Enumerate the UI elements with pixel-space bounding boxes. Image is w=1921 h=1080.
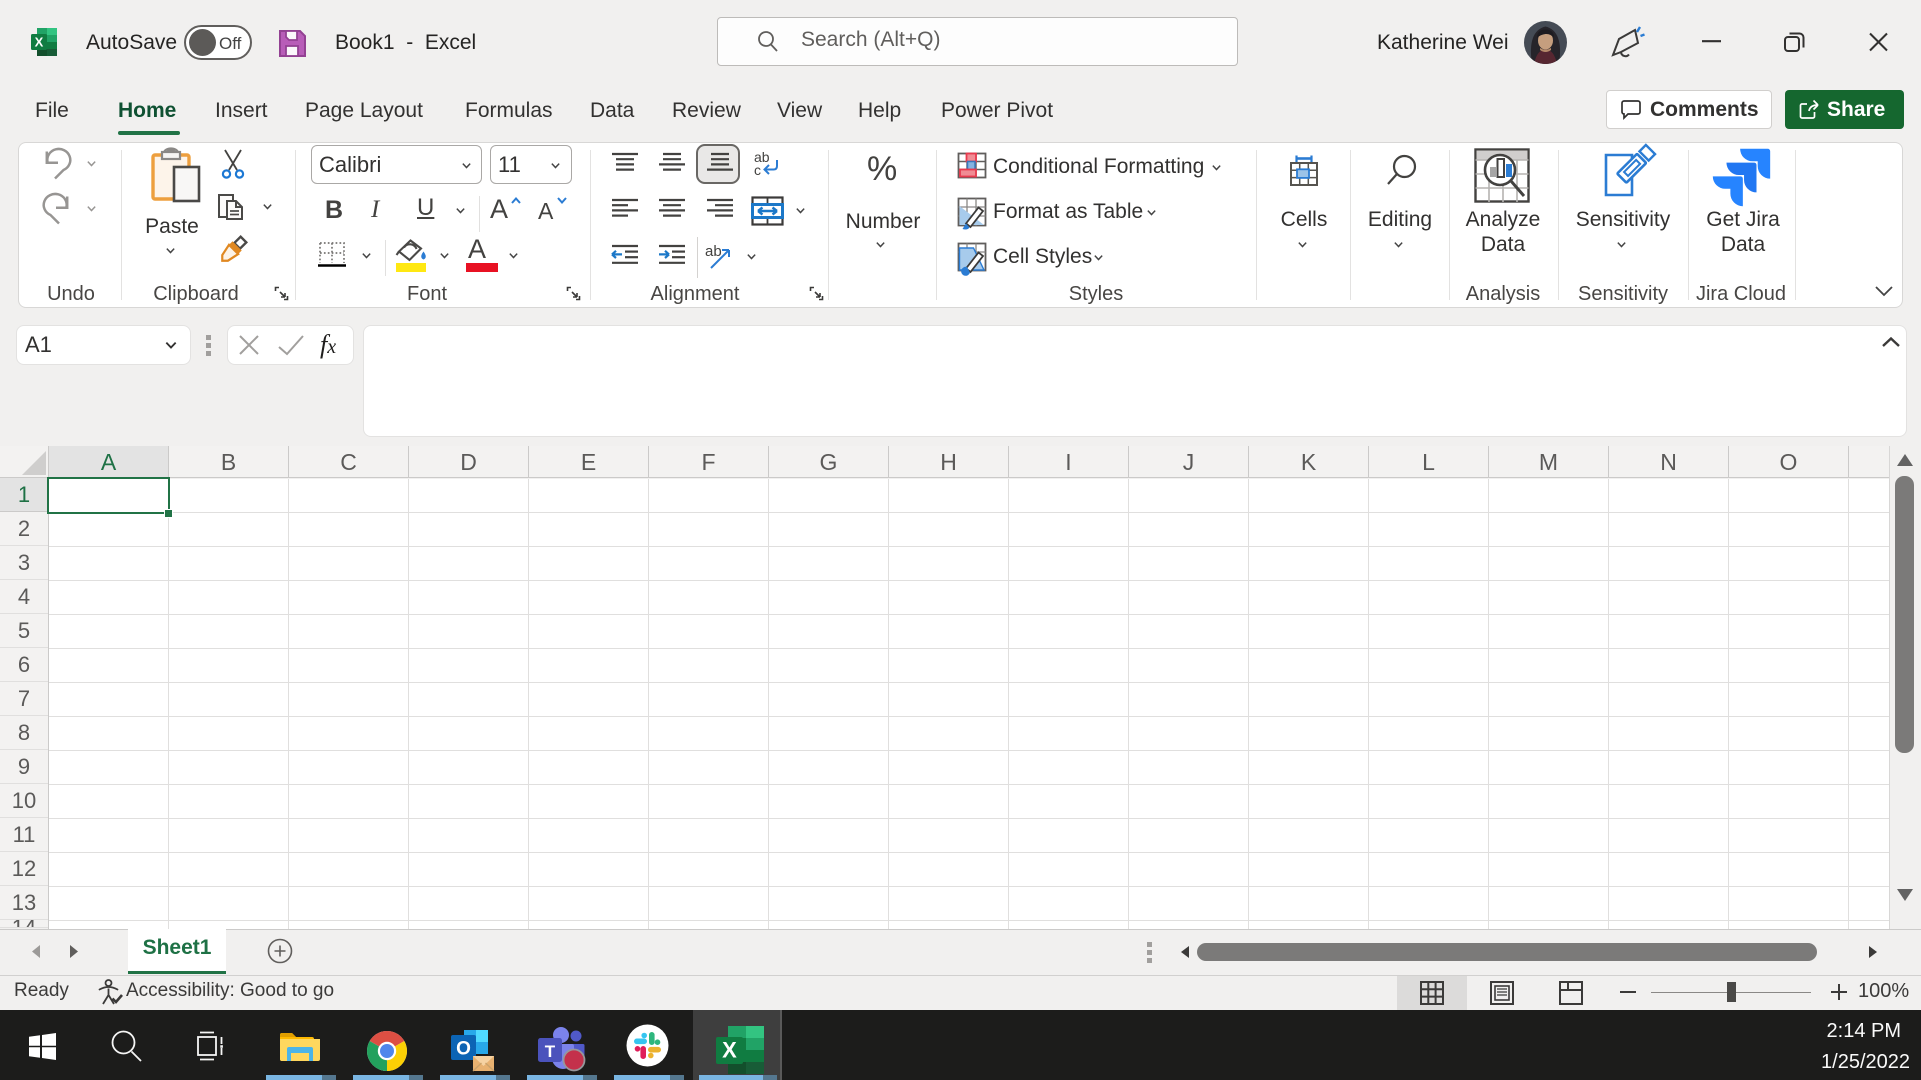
svg-text:X: X — [722, 1038, 737, 1063]
svg-text:c: c — [754, 162, 761, 178]
svg-text:ab: ab — [705, 243, 722, 260]
svg-text:X: X — [35, 35, 44, 50]
svg-text:T: T — [545, 1042, 556, 1061]
svg-text:O: O — [456, 1039, 471, 1060]
